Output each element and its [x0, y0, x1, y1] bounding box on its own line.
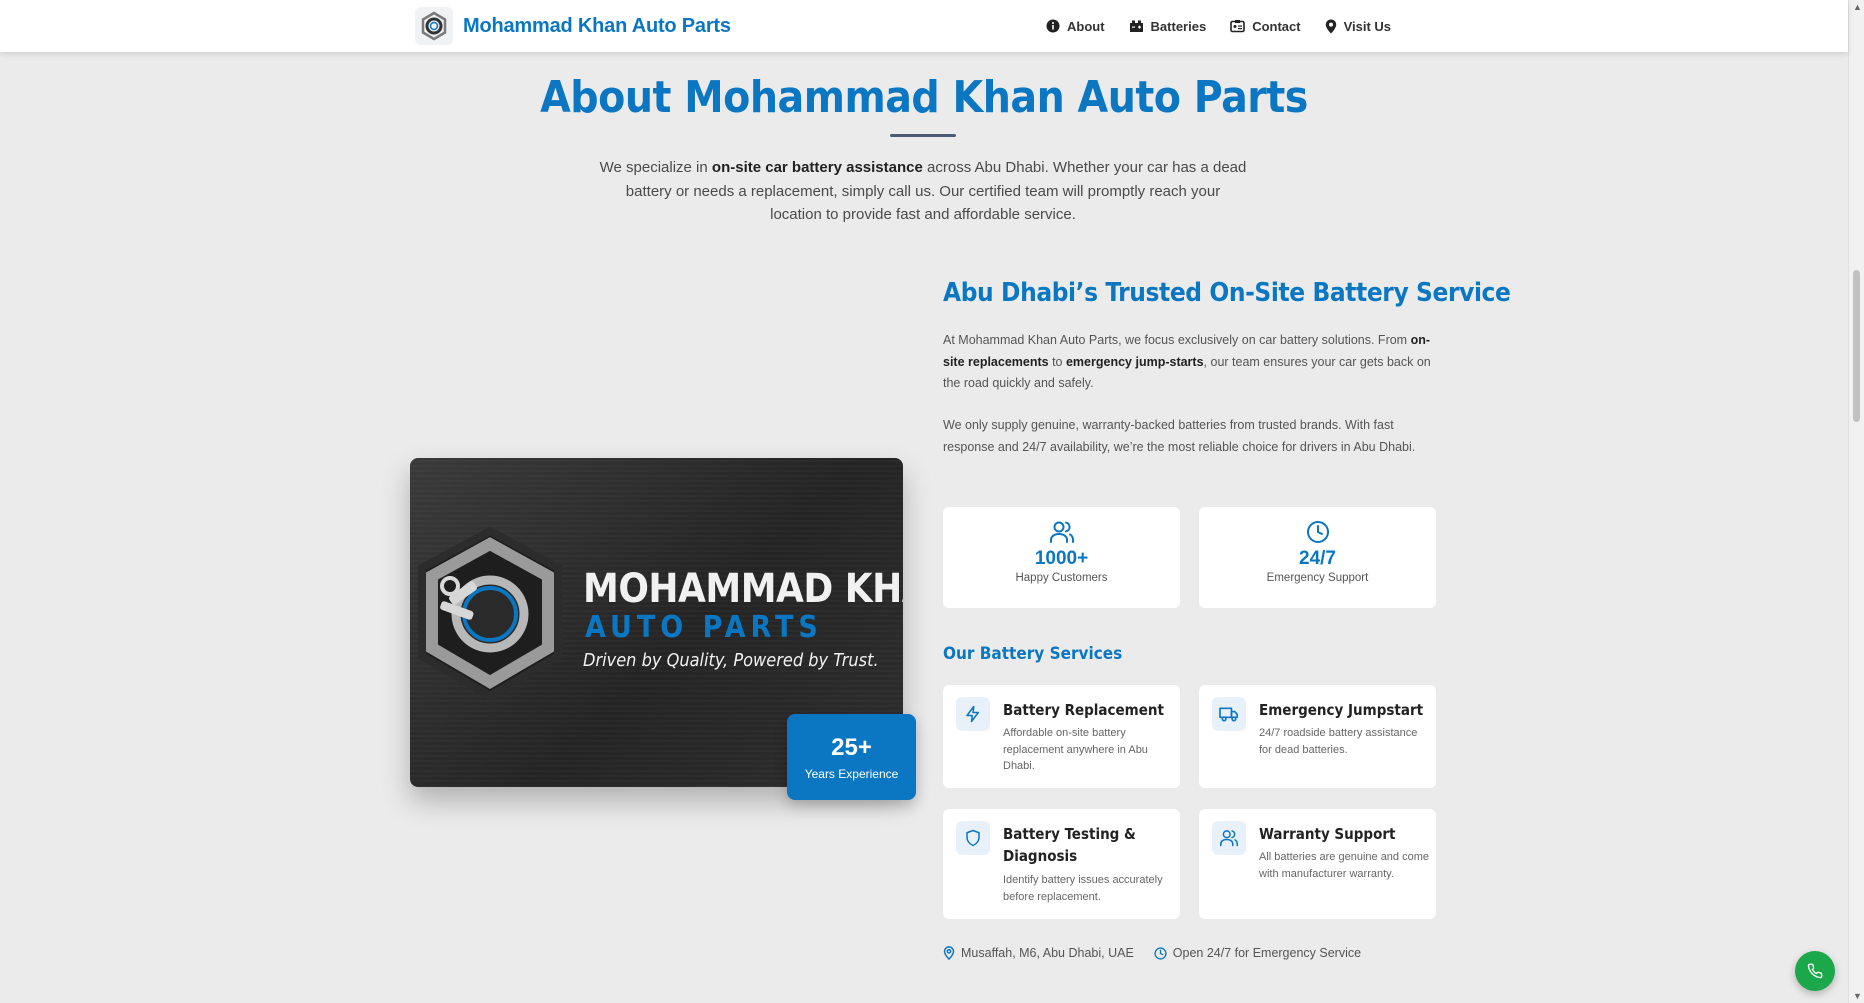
clock-icon [1306, 521, 1329, 543]
nav-contact-label: Contact [1252, 18, 1301, 34]
image-brand-line1: MOHAMMAD KHAN [583, 566, 903, 612]
service-title-replacement: Battery Replacement [1003, 701, 1164, 719]
map-pin-icon [1325, 19, 1336, 33]
users-icon [1220, 830, 1238, 847]
stat-customers-label: Happy Customers [1015, 572, 1108, 584]
brand-link[interactable]: Mohammad Khan Auto Parts [415, 7, 731, 45]
p1-text-a: At Mohammad Khan Auto Parts, we focus ex… [943, 333, 1411, 347]
truck-icon [1219, 707, 1238, 722]
nav-about[interactable]: About [1046, 19, 1105, 34]
years-number: 25+ [831, 734, 872, 761]
clock-icon [1154, 946, 1167, 960]
service-desc-testing: Identify battery issues accurately befor… [1003, 874, 1163, 903]
intro-text-start: We specialize in [599, 159, 712, 176]
service-title-testing: Battery Testing & Diagnosis [1003, 825, 1136, 865]
stat-card-support: 24/7 Emergency Support [1199, 507, 1436, 608]
contact-info-row: Musaffah, M6, Abu Dhabi, UAE Open 24/7 f… [943, 946, 1361, 960]
years-experience-badge: 25+ Years Experience [787, 714, 916, 800]
service-card-jumpstart: Emergency Jumpstart 24/7 roadside batter… [1199, 685, 1436, 788]
image-tagline: Driven by Quality, Powered by Trust. [583, 650, 879, 671]
brand-logo-icon [415, 7, 453, 45]
hours-info: Open 24/7 for Emergency Service [1154, 946, 1361, 960]
page-scrollbar[interactable]: ▲ ▼ [1848, 0, 1864, 1003]
service-card-testing: Battery Testing & Diagnosis Identify bat… [943, 809, 1180, 919]
location-info: Musaffah, M6, Abu Dhabi, UAE [943, 946, 1134, 960]
nav-visit-us[interactable]: Visit Us [1325, 19, 1391, 34]
nav-visit-us-label: Visit Us [1343, 18, 1392, 34]
location-text: Musaffah, M6, Abu Dhabi, UAE [961, 946, 1134, 960]
brand-name: Mohammad Khan Auto Parts [463, 14, 731, 37]
p1-text-c: to [1048, 354, 1066, 369]
call-button[interactable] [1795, 951, 1835, 991]
nav-contact[interactable]: Contact [1230, 18, 1301, 34]
service-desc-jumpstart: 24/7 roadside battery assistance for dea… [1259, 727, 1418, 756]
service-card-warranty: Warranty Support All batteries are genui… [1199, 809, 1436, 919]
service-desc-warranty: All batteries are genuine and come with … [1259, 851, 1429, 880]
about-title: About Mohammad Khan Auto Parts [540, 72, 1308, 123]
services-title: Our Battery Services [943, 644, 1123, 664]
intro-text-bold: on-site car battery assistance [711, 159, 923, 176]
hours-text: Open 24/7 for Emergency Service [1172, 946, 1362, 960]
service-title: Abu Dhabi’s Trusted On-Site Battery Serv… [943, 278, 1511, 308]
service-card-replacement: Battery Replacement Affordable on-site b… [943, 685, 1180, 788]
title-divider [890, 134, 956, 137]
info-icon [1046, 19, 1060, 33]
users-icon [1049, 521, 1074, 543]
stat-support-label: Emergency Support [1266, 572, 1369, 584]
about-intro: We specialize in on-site car battery ass… [598, 156, 1248, 227]
nav-about-label: About [1067, 18, 1105, 34]
lightning-icon [966, 705, 979, 723]
scroll-up-arrow-icon[interactable]: ▲ [1853, 2, 1862, 12]
contact-card-icon [1230, 20, 1245, 33]
gear-wrench-logo-icon [418, 526, 562, 701]
service-title-jumpstart: Emergency Jumpstart [1259, 701, 1424, 719]
battery-icon [1129, 20, 1143, 32]
stat-support-value: 24/7 [1299, 548, 1336, 569]
main-nav: About Batteries Contact Visit Us [1046, 0, 1391, 52]
nav-batteries[interactable]: Batteries [1129, 18, 1207, 34]
image-brand-line2: AUTO PARTS [585, 610, 823, 645]
service-desc-replacement: Affordable on-site battery replacement a… [1003, 727, 1148, 772]
service-paragraph-2: We only supply genuine, warranty-backed … [943, 418, 1416, 454]
service-paragraph-1: At Mohammad Khan Auto Parts, we focus ex… [943, 330, 1438, 395]
nav-batteries-label: Batteries [1150, 18, 1207, 34]
scroll-thumb[interactable] [1853, 270, 1860, 422]
site-header: Mohammad Khan Auto Parts About Batteries… [0, 0, 1848, 52]
phone-icon [1807, 963, 1823, 979]
stat-card-customers: 1000+ Happy Customers [943, 507, 1180, 608]
stat-customers-value: 1000+ [1034, 548, 1089, 569]
years-label: Years Experience [804, 767, 899, 781]
scroll-down-arrow-icon[interactable]: ▼ [1853, 991, 1862, 1001]
shield-icon [966, 829, 980, 847]
map-pin-icon [943, 946, 955, 960]
p1-bold-2: emergency jump-starts [1065, 354, 1204, 369]
service-title-warranty: Warranty Support [1259, 825, 1396, 843]
